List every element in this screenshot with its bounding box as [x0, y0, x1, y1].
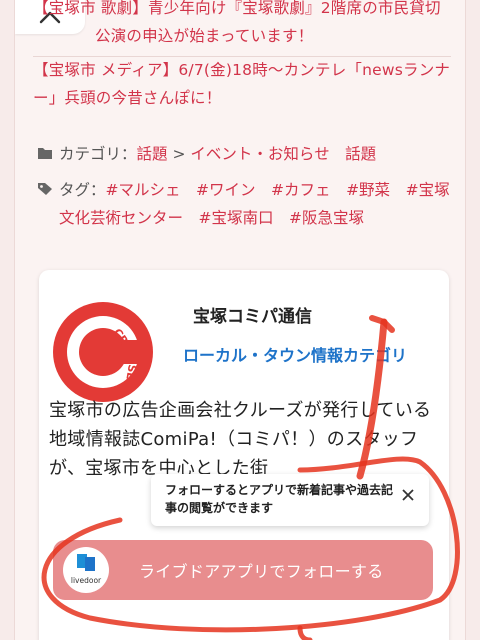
tag-link[interactable]: #マルシェ	[106, 181, 181, 199]
blog-category-link[interactable]: ローカル・タウン情報カテゴリ	[183, 342, 407, 366]
close-icon[interactable]	[401, 488, 415, 502]
news-link-1-text: 【宝塚市 歌劇】青少年向け『宝塚歌劇』2階席の市民貸切公演の申込が始まっています…	[33, 0, 441, 45]
tags-row: タグ：#マルシェ #ワイン #カフェ #野菜 #宝塚文化芸術センター #宝塚南口…	[37, 176, 453, 232]
category-link-topic[interactable]: 話題	[137, 145, 168, 163]
blog-name[interactable]: 宝塚コミパ通信	[193, 302, 312, 327]
tag-link[interactable]: #ワイン	[196, 181, 256, 199]
related-news-list: 【宝塚市 歌劇】青少年向け『宝塚歌劇』2階席の市民貸切公演の申込が始まっています…	[33, 0, 451, 120]
blog-description: 宝塚市の広告企画会社クルーズが発行している地域情報誌ComiPa!（コミパ！）の…	[49, 400, 432, 479]
news-link-1[interactable]: 【宝塚市 歌劇】青少年向け『宝塚歌劇』2階席の市民貸切公演の申込が始まっています…	[33, 0, 451, 57]
tag-link[interactable]: #阪急宝塚	[289, 209, 364, 227]
category-link-events[interactable]: イベント・お知らせ	[190, 145, 329, 163]
livedoor-app-icon: livedoor	[63, 547, 109, 593]
news-link-2-text: 【宝塚市 メディア】6/7(金)18時〜カンテレ「newsランナー」兵頭の今昔さ…	[33, 61, 451, 107]
news-link-2[interactable]: 【宝塚市 メディア】6/7(金)18時〜カンテレ「newsランナー」兵頭の今昔さ…	[33, 56, 451, 118]
category-label: カテゴリ：	[59, 145, 137, 163]
follow-button-label: ライブドアアプリでフォローする	[139, 562, 384, 581]
follow-tooltip: フォローするとアプリで新着記事や過去記事の閲覧ができます	[151, 474, 429, 526]
tags-label: タグ：	[59, 181, 106, 199]
tag-link[interactable]: #野菜	[346, 181, 390, 199]
tooltip-text: フォローするとアプリで新着記事や過去記事の閲覧ができます	[165, 483, 394, 515]
article-page: 【宝塚市 歌劇】青少年向け『宝塚歌劇』2階席の市民貸切公演の申込が始まっています…	[14, 0, 466, 640]
category-separator: >	[167, 145, 191, 163]
category-row: カテゴリ：話題 > イベント・お知らせ 話題	[37, 140, 453, 168]
livedoor-follow-button[interactable]: livedoor ライブドアアプリでフォローする	[53, 540, 433, 600]
tag-icon	[37, 176, 59, 232]
folder-icon	[37, 140, 59, 168]
svg-text:livedoor: livedoor	[71, 576, 102, 585]
cruise-logo: CR SE	[53, 302, 153, 402]
tag-link[interactable]: #カフェ	[271, 181, 331, 199]
category-link-topic-2[interactable]: 話題	[345, 145, 376, 163]
tag-link[interactable]: #宝塚南口	[199, 209, 274, 227]
svg-text:SE: SE	[123, 363, 138, 380]
